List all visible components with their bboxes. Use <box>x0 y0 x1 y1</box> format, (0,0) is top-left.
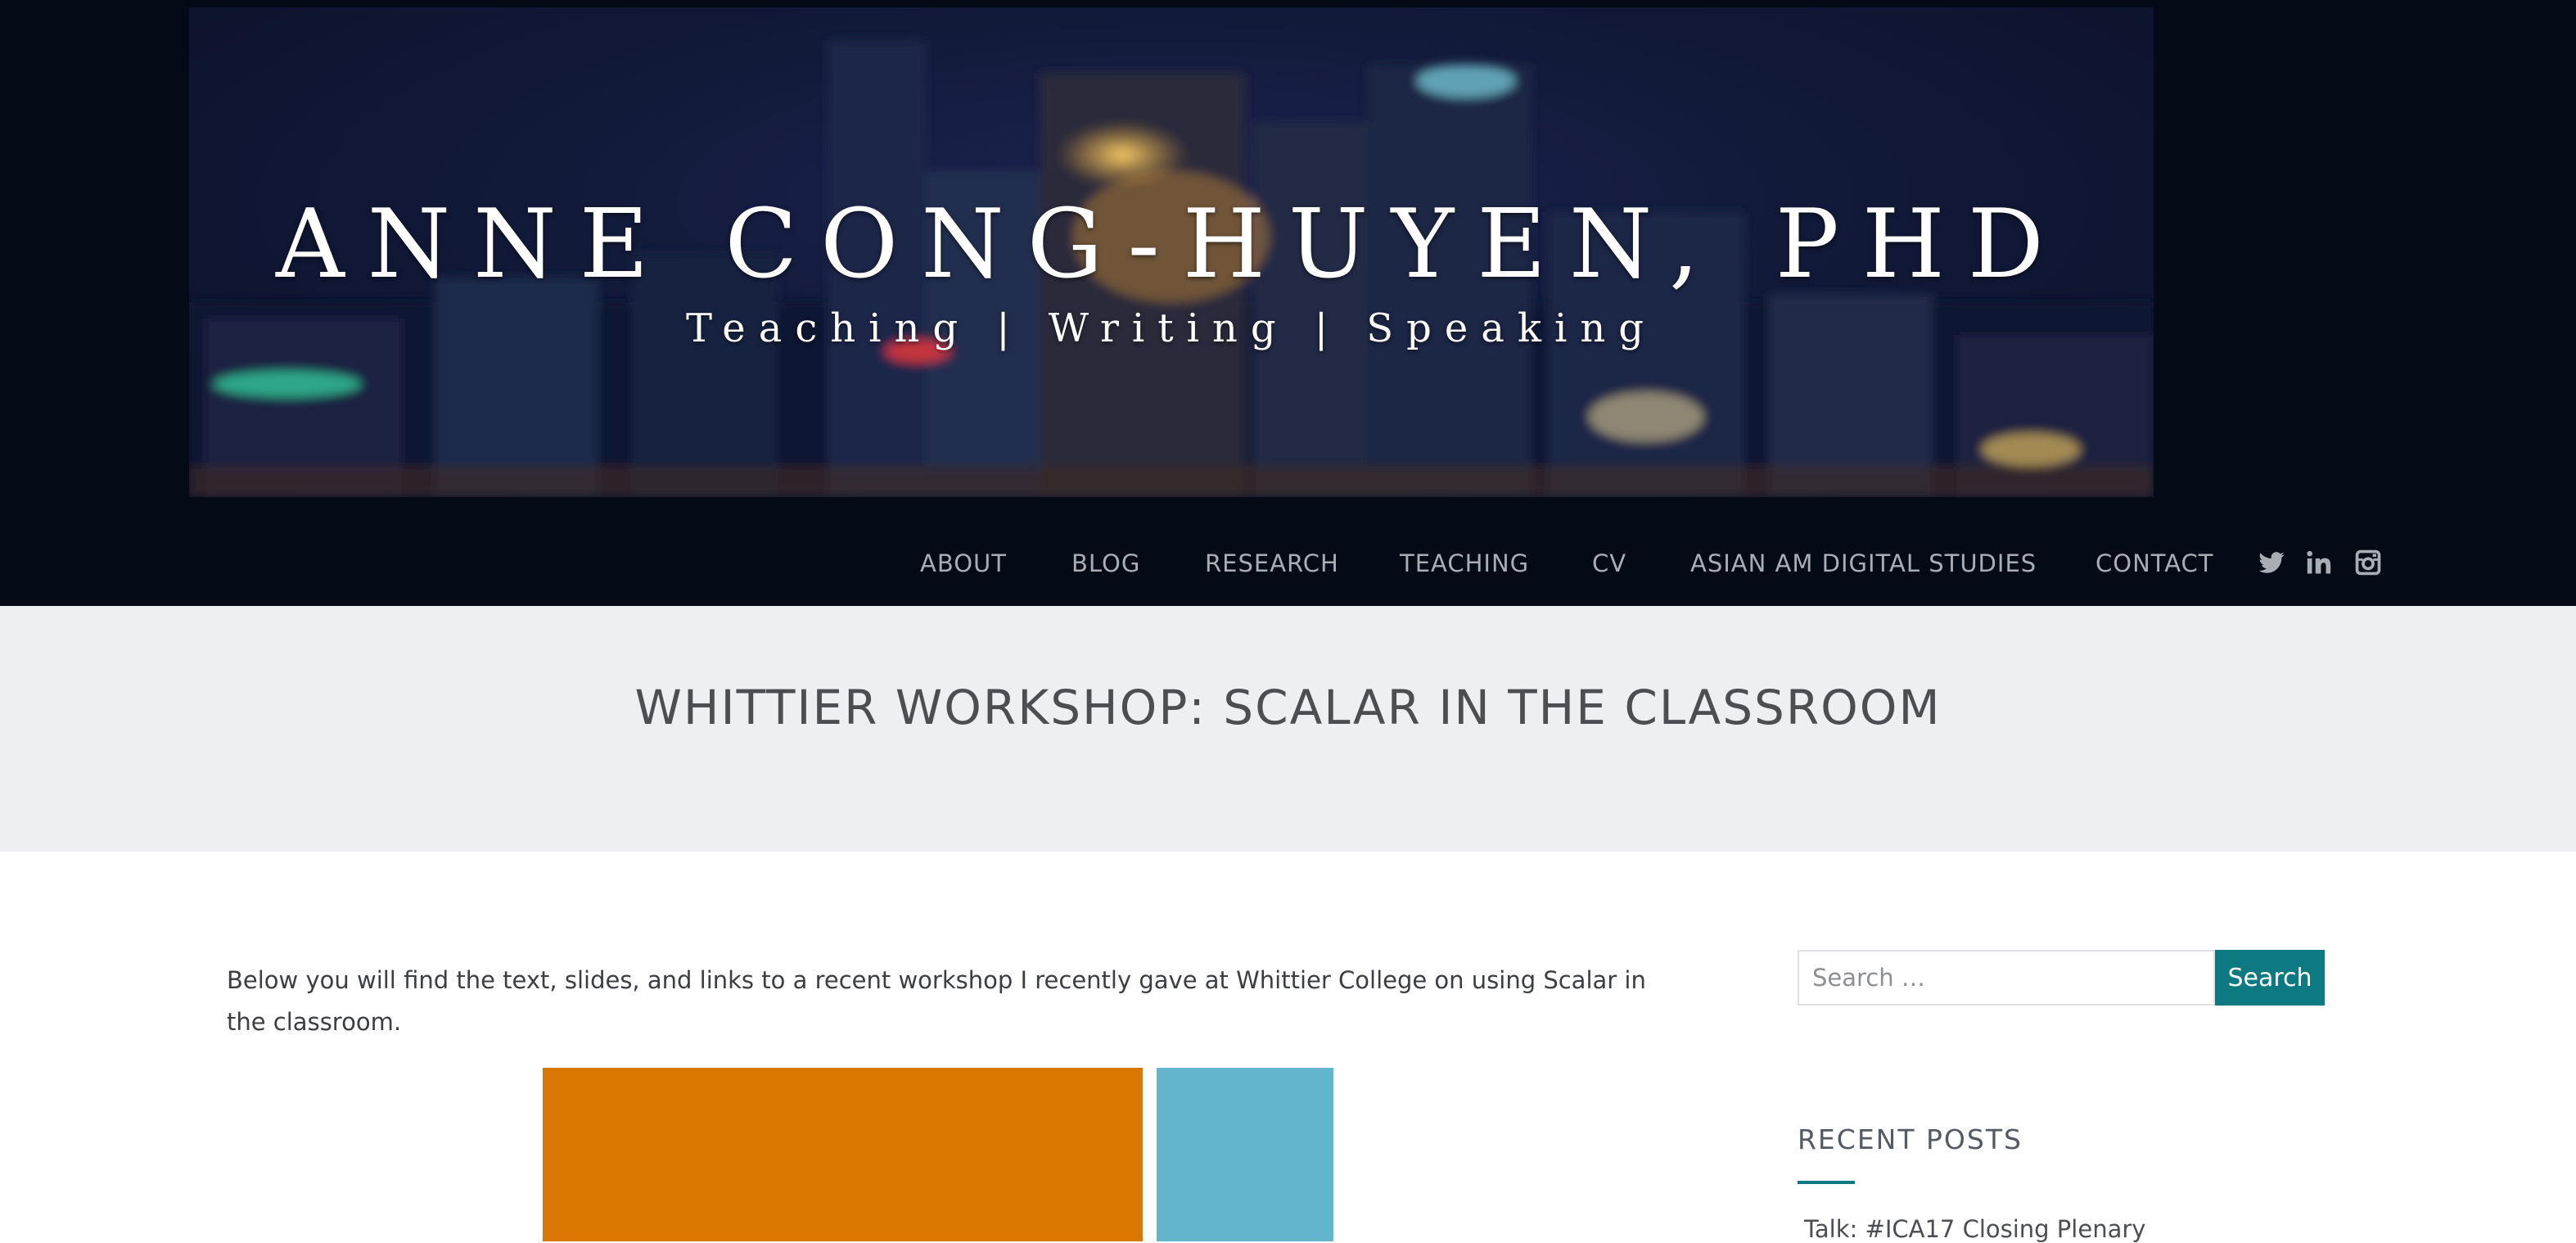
recent-posts-title: RECENT POSTS <box>1798 1123 2023 1155</box>
nav-item-cv[interactable]: CV <box>1592 540 1626 586</box>
post-intro-text: Below you will find the text, slides, an… <box>227 966 1646 1036</box>
site-tagline: Teaching | Writing | Speaking <box>686 305 1657 351</box>
nav-item-blog[interactable]: BLOG <box>1071 540 1140 586</box>
site-title[interactable]: ANNE CONG-HUYEN, PHD <box>189 189 2154 300</box>
nav-item-about[interactable]: ABOUT <box>920 540 1007 586</box>
recent-post-link[interactable]: Talk: #ICA17 Closing Plenary <box>1804 1215 2145 1243</box>
instagram-icon[interactable] <box>2354 549 2382 576</box>
nav-item-research[interactable]: RESEARCH <box>1205 540 1339 586</box>
search-input[interactable] <box>1798 950 2215 1006</box>
search-button[interactable]: Search <box>2215 950 2325 1006</box>
linkedin-icon[interactable] <box>2305 549 2333 576</box>
header-banner-image[interactable]: ANNE CONG-HUYEN, PHD Teaching | Writing … <box>189 7 2154 497</box>
page-title-band: WHITTIER WORKSHOP: SCALAR IN THE CLASSRO… <box>0 606 2576 852</box>
nav-item-asian-am-digital-studies[interactable]: ASIAN AM DIGITAL STUDIES <box>1690 540 2037 586</box>
page-title: WHITTIER WORKSHOP: SCALAR IN THE CLASSRO… <box>634 680 1942 735</box>
site-header: ANNE CONG-HUYEN, PHD Teaching | Writing … <box>0 0 2576 606</box>
nav-item-teaching[interactable]: TEACHING <box>1400 540 1529 586</box>
slide-thumbnail-blue[interactable] <box>1157 1068 1333 1241</box>
nav-item-contact[interactable]: CONTACT <box>2096 540 2214 586</box>
twitter-icon[interactable] <box>2258 549 2285 576</box>
widget-title-divider <box>1798 1181 1855 1184</box>
slide-thumbnail-orange[interactable] <box>543 1068 1143 1241</box>
